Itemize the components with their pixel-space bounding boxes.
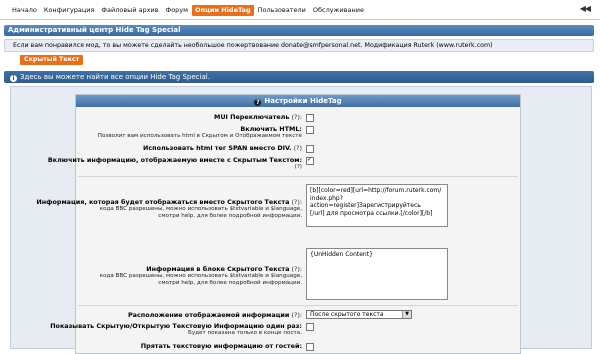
info-bar-text: Здесь вы можете найти все опции Hide Tag…: [20, 73, 210, 81]
collapse-menu-icon[interactable]: ◀◀: [580, 4, 591, 13]
show-once-label: Показывать Скрытую/Открытую Текстовую Ин…: [50, 322, 302, 336]
nav-forum[interactable]: Форум: [163, 5, 191, 16]
display-info-textarea[interactable]: [b][color=red][url=http://forum.ruterk.c…: [306, 184, 448, 227]
nav-items: Начало Конфигурация Файловый архив Форум…: [9, 5, 368, 16]
nav-hidetag-options[interactable]: Опции HideTag: [192, 5, 254, 16]
chevron-down-icon: ▼: [402, 311, 411, 318]
show-once-checkbox[interactable]: [306, 323, 314, 331]
settings-panel: ? Настройки HideTag MUI Переключатель (?)…: [36, 94, 521, 354]
unhidden-label: Информация в блоке Скрытого Текста (?): к…: [99, 265, 302, 286]
mui-label: MUI Переключатель (?):: [213, 113, 302, 121]
help-link[interactable]: (?): [294, 144, 302, 152]
donate-notice: Если вам понравился мод, то вы можете сд…: [4, 39, 594, 52]
help-icon[interactable]: ?: [254, 99, 262, 106]
nav-configuration[interactable]: Конфигурация: [41, 5, 98, 16]
divider: [78, 176, 518, 177]
nav-file-archive[interactable]: Файловый архив: [98, 5, 161, 16]
span-checkbox[interactable]: [306, 145, 314, 153]
info-icon: i: [10, 75, 17, 82]
include-info-label: Включить информацию, отображаемую вместе…: [47, 156, 302, 170]
unhidden-textarea[interactable]: {UnHidden Content}: [306, 248, 448, 300]
html-checkbox[interactable]: [306, 126, 314, 134]
span-label: Использовать html тег SPAN вместо DIV. (…: [143, 144, 302, 152]
help-link[interactable]: (?): [291, 113, 299, 121]
settings-title: ? Настройки HideTag: [76, 95, 520, 107]
html-label: Включить HTML: Позволит вам использовать …: [97, 125, 302, 139]
info-bar: i Здесь вы можете найти все опции Hide Ta…: [4, 71, 594, 83]
position-select[interactable]: После скрытого текста ▼: [306, 310, 412, 319]
include-info-checkbox[interactable]: [306, 156, 314, 165]
divider: [78, 305, 518, 306]
settings-title-text: Настройки HideTag: [264, 97, 342, 105]
position-label: Расположение отображаемой информации (?)…: [128, 311, 302, 319]
hide-guests-checkbox[interactable]: [306, 343, 314, 351]
nav-maintenance[interactable]: Обслуживание: [310, 5, 367, 16]
mui-checkbox[interactable]: [306, 114, 314, 122]
position-selected-value: После скрытого текста: [310, 311, 384, 318]
hidden-text-tab[interactable]: Скрытый Текст: [20, 55, 84, 65]
top-navigation: Начало Конфигурация Файловый архив Форум…: [0, 0, 600, 20]
admin-center-header: Административный центр Hide Tag Special: [4, 25, 594, 36]
nav-home[interactable]: Начало: [9, 5, 40, 16]
nav-users[interactable]: Пользователи: [255, 5, 309, 16]
display-info-label: Информация, которая будет отображаться в…: [36, 198, 302, 219]
